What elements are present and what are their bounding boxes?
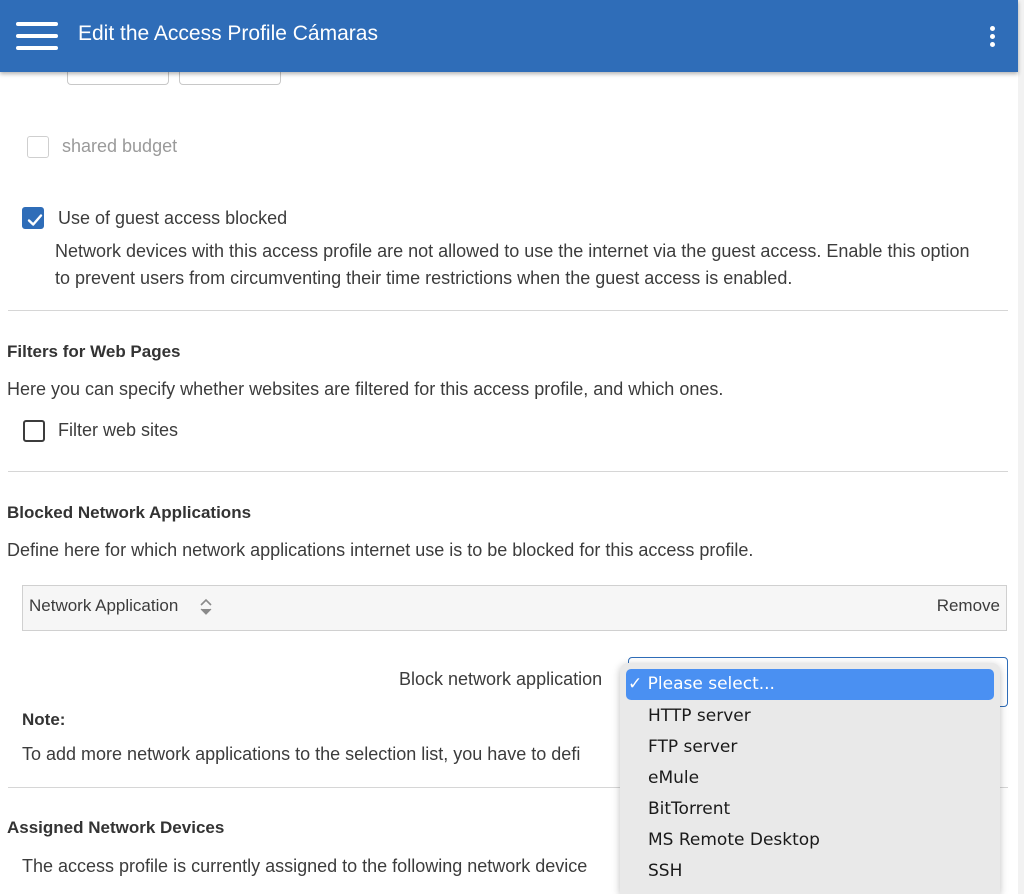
shared-budget-checkbox[interactable] — [27, 136, 49, 158]
dropdown-option[interactable]: BitTorrent — [626, 794, 994, 825]
guest-access-description: Network devices with this access profile… — [55, 241, 970, 288]
page-title: Edit the Access Profile Cámaras — [78, 22, 378, 45]
checkmark-icon — [27, 214, 43, 226]
guest-access-blocked-checkbox[interactable] — [22, 207, 44, 229]
assigned-devices-description: The access profile is currently assigned… — [22, 856, 588, 876]
note-text: To add more network applications to the … — [22, 744, 581, 764]
assigned-devices-heading: Assigned Network Devices — [7, 818, 225, 837]
dropdown-option[interactable]: SSH — [626, 856, 994, 887]
dropdown-option[interactable]: MS Remote Desktop — [626, 825, 994, 856]
block-app-dropdown-menu: ✓ Please select... HTTP server FTP serve… — [620, 663, 1000, 894]
app-header: Edit the Access Profile Cámaras — [0, 0, 1018, 72]
block-app-label: Block network application — [399, 669, 603, 689]
filter-web-sites-checkbox[interactable] — [23, 420, 45, 442]
dropdown-option[interactable]: HTTP server — [626, 701, 994, 732]
divider — [8, 471, 1008, 472]
web-filters-description: Here you can specify whether websites ar… — [7, 379, 724, 399]
blocked-apps-heading: Blocked Network Applications — [7, 503, 252, 522]
filter-web-sites-label: Filter web sites — [58, 420, 179, 440]
dropdown-option-selected[interactable]: ✓ Please select... — [626, 669, 994, 700]
blocked-apps-table-header: Network Application Remove — [22, 585, 1007, 631]
blocked-apps-description: Define here for which network applicatio… — [7, 540, 754, 560]
more-options-icon[interactable] — [984, 22, 1000, 50]
column-network-application[interactable]: Network Application — [29, 596, 178, 616]
dropdown-option[interactable]: eMule — [626, 763, 994, 794]
note-heading: Note: — [22, 710, 66, 729]
column-remove: Remove — [936, 596, 1000, 615]
divider — [8, 310, 1008, 311]
web-filters-heading: Filters for Web Pages — [7, 342, 181, 361]
check-icon: ✓ — [628, 674, 643, 694]
guest-access-blocked-label: Use of guest access blocked — [58, 208, 288, 228]
dropdown-option[interactable]: FTP server — [626, 732, 994, 763]
sort-icon[interactable] — [199, 596, 213, 618]
shared-budget-label: shared budget — [62, 136, 178, 156]
scroll-gutter — [1018, 0, 1024, 894]
menu-icon[interactable] — [16, 22, 58, 50]
